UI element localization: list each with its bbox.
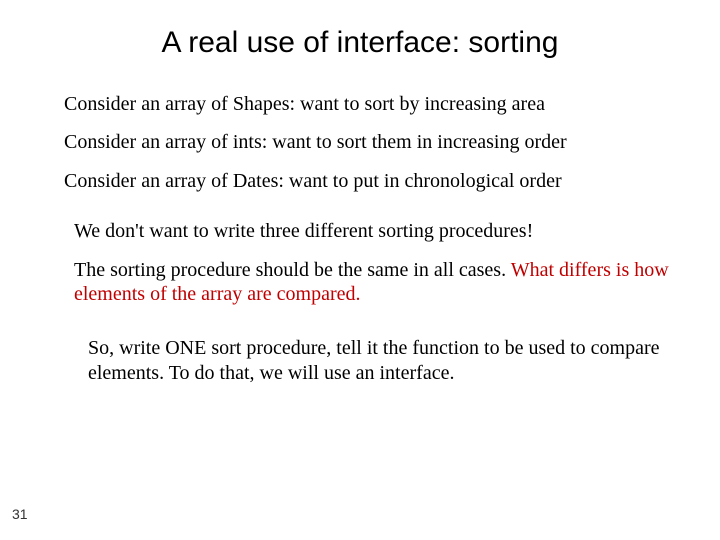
slide-title: A real use of interface: sorting [0, 26, 720, 60]
paragraph-ints: Consider an array of ints: want to sort … [64, 130, 674, 154]
paragraph-differs-text: The sorting procedure should be the same… [74, 259, 511, 281]
paragraph-differs: The sorting procedure should be the same… [74, 258, 674, 307]
paragraph-no-three: We don't want to write three different s… [74, 219, 674, 243]
slide: A real use of interface: sorting Conside… [0, 0, 720, 540]
slide-body: Consider an array of Shapes: want to sor… [64, 92, 674, 399]
paragraph-conclusion: So, write ONE sort procedure, tell it th… [88, 336, 674, 385]
paragraph-dates: Consider an array of Dates: want to put … [64, 169, 674, 193]
paragraph-shapes: Consider an array of Shapes: want to sor… [64, 92, 674, 116]
page-number: 31 [12, 506, 28, 522]
